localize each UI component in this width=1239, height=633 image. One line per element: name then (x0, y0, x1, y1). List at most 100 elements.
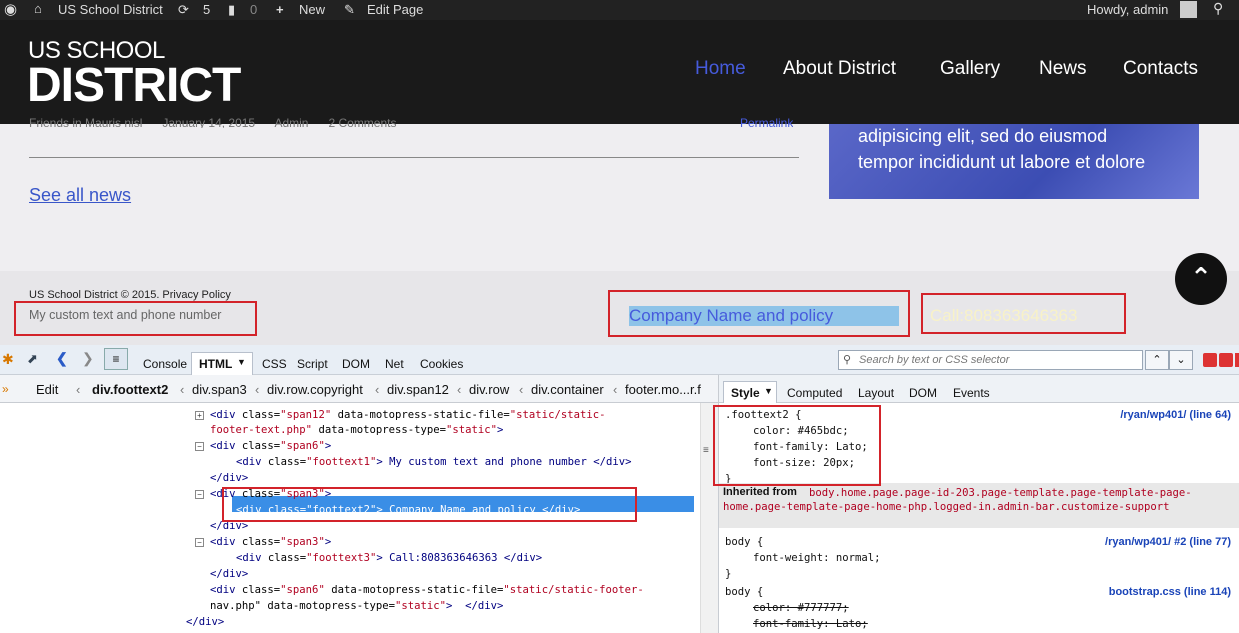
nav-news[interactable]: News (1039, 58, 1087, 80)
permalink-link[interactable]: Permalink (740, 116, 793, 128)
tab-css[interactable]: CSS (262, 357, 287, 371)
inspect-icon[interactable]: ⬈ (27, 351, 38, 367)
breadcrumb-item[interactable]: div.span12 (387, 382, 449, 397)
html-node-line[interactable]: </div> (210, 568, 248, 580)
close-icon[interactable] (1235, 353, 1239, 367)
site-name-link[interactable]: US School District (58, 2, 163, 17)
tab-cookies[interactable]: Cookies (420, 357, 463, 371)
breadcrumb-item[interactable]: footer.mo...r.f (625, 382, 701, 397)
breadcrumb-item[interactable]: div.row (469, 382, 509, 397)
edit-page-link[interactable]: Edit Page (367, 2, 423, 17)
tab-events[interactable]: Events (953, 386, 990, 400)
tree-toggle-icon[interactable]: + (195, 411, 204, 420)
avatar[interactable] (1180, 1, 1197, 18)
firebug-panel: ✱ ⬈ ❮ ❯ ≡ Console HTML ▼ CSS Script DOM … (0, 345, 1239, 633)
search-prev-button[interactable]: ⌃ (1145, 350, 1169, 370)
tab-script[interactable]: Script (297, 357, 328, 371)
rule-source-link[interactable]: /ryan/wp401/ (line 64) (1120, 409, 1231, 421)
tab-html[interactable]: HTML (199, 357, 232, 371)
tree-toggle-icon[interactable]: − (195, 442, 204, 451)
forward-icon[interactable]: ❯ (82, 350, 94, 367)
nav-gallery[interactable]: Gallery (940, 58, 1000, 80)
nav-about-district[interactable]: About District (783, 58, 896, 80)
tab-dom[interactable]: DOM (909, 386, 937, 400)
html-token: <div (210, 536, 236, 548)
html-node-line[interactable]: <div class="span6"> (210, 440, 331, 452)
tree-toggle-icon[interactable]: − (195, 490, 204, 499)
breadcrumb-item[interactable]: div.row.copyright (267, 382, 363, 397)
html-node-line[interactable]: <div class="foottext3"> Call:80836364636… (236, 552, 542, 564)
css-prop[interactable]: font-weight: normal; (753, 552, 881, 564)
tab-computed[interactable]: Computed (787, 386, 842, 400)
rule-selector[interactable]: body { (725, 586, 763, 598)
breadcrumb-item[interactable]: div.span3 (192, 382, 247, 397)
dropdown-icon[interactable]: ▼ (237, 357, 246, 367)
rule-selector[interactable]: body { (725, 536, 763, 548)
comments-icon[interactable]: ▮ (228, 2, 235, 18)
see-all-news-link[interactable]: See all news (29, 185, 131, 206)
html-node-line[interactable]: </div> (186, 616, 224, 628)
html-token: "span12" (280, 409, 332, 421)
dropdown-icon[interactable]: ▼ (764, 386, 773, 396)
html-node-line[interactable]: <div class="foottext1"> My custom text a… (236, 456, 631, 468)
html-node-line[interactable]: nav.php" data-motopress-type="static"> <… (210, 600, 503, 612)
html-node-line[interactable]: <div class="span6" data-motopress-static… (210, 584, 644, 596)
search-next-button[interactable]: ⌄ (1169, 350, 1193, 370)
breadcrumb-item[interactable]: div.foottext2 (92, 382, 168, 397)
plus-icon[interactable]: + (276, 2, 284, 17)
tab-console[interactable]: Console (143, 357, 187, 371)
scroll-top-button[interactable]: ⌃ (1175, 253, 1227, 305)
tab-dom[interactable]: DOM (342, 357, 370, 371)
css-prop-overridden[interactable]: font-family: Lato; (753, 618, 868, 630)
promo-banner[interactable]: adipisicing elit, sed do eiusmod tempor … (829, 124, 1199, 199)
minimize-icon[interactable] (1203, 353, 1217, 367)
howdy-link[interactable]: Howdy, admin (1087, 2, 1168, 17)
tab-layout[interactable]: Layout (858, 386, 894, 400)
rule-source-link[interactable]: bootstrap.css (line 114) (1109, 586, 1231, 598)
html-node-line[interactable]: </div> (210, 472, 248, 484)
html-token: class= (235, 409, 281, 421)
updates-icon[interactable]: ⟳ (178, 2, 189, 18)
search-field[interactable]: ⚲ Search by text or CSS selector (838, 350, 1143, 370)
search-icon[interactable]: ⚲ (1213, 0, 1223, 17)
css-prop-overridden[interactable]: color: #777777; (753, 602, 849, 614)
html-token: </div> (210, 568, 249, 580)
new-link[interactable]: New (299, 2, 325, 17)
inherited-selector-link[interactable]: body.home.page.page-id-203.page-template… (723, 486, 1203, 514)
html-token: > (497, 424, 504, 436)
command-line-icon[interactable]: ≡ (104, 348, 128, 370)
html-node-line[interactable]: <div class="span3"> (210, 536, 331, 548)
inherited-header: Inherited from body.home.page.page-id-20… (719, 483, 1239, 528)
pencil-icon[interactable]: ✎ (344, 2, 355, 18)
tab-net[interactable]: Net (385, 357, 404, 371)
comments-count[interactable]: 0 (250, 2, 257, 17)
breadcrumb-scroll-icon[interactable]: ‹ (76, 382, 80, 397)
search-placeholder: Search by text or CSS selector (859, 354, 1010, 366)
tab-style[interactable]: Style (731, 386, 760, 400)
html-token: "static/static-footer- (503, 584, 644, 596)
rule-close: } (725, 568, 732, 580)
html-token: <div (210, 440, 236, 452)
html-token: <div (210, 409, 236, 421)
breadcrumb-icon: » (2, 382, 9, 396)
html-token: "foottext3" (306, 552, 377, 564)
wordpress-icon[interactable]: ◉ (4, 0, 17, 18)
firebug-icon[interactable]: ✱ (2, 351, 14, 368)
breadcrumb-item[interactable]: div.container (531, 382, 604, 397)
breadcrumb-sep: ‹ (457, 382, 462, 397)
back-icon[interactable]: ❮ (56, 350, 68, 367)
nav-contacts[interactable]: Contacts (1123, 58, 1198, 80)
scrollbar-grip-icon[interactable]: ≡ (703, 445, 709, 456)
rule-source-link[interactable]: /ryan/wp401/ #2 (line 77) (1105, 536, 1231, 548)
tree-toggle-icon[interactable]: − (195, 538, 204, 547)
nav-home[interactable]: Home (695, 58, 746, 80)
edit-button[interactable]: Edit (36, 382, 58, 397)
html-token: > </div> (446, 600, 504, 612)
logo-bottom[interactable]: DISTRICT (27, 58, 241, 113)
detach-icon[interactable] (1219, 353, 1233, 367)
html-node-line[interactable]: <div class="span12" data-motopress-stati… (210, 409, 605, 421)
html-node-line[interactable]: footer-text.php" data-motopress-type="st… (210, 424, 503, 436)
html-token: class= (261, 552, 307, 564)
html-token: class= (235, 584, 281, 596)
updates-count[interactable]: 5 (203, 2, 210, 17)
